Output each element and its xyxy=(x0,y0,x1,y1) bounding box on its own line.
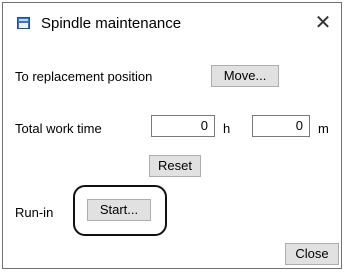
close-icon[interactable]: ✕ xyxy=(311,11,335,35)
move-button[interactable]: Move... xyxy=(211,65,279,87)
spindle-maintenance-dialog: Spindle maintenance ✕ To replacement pos… xyxy=(2,2,342,269)
replacement-position-label: To replacement position xyxy=(15,69,153,84)
hours-unit-label: h xyxy=(223,121,231,136)
window-app-icon xyxy=(17,17,30,29)
work-time-hours-field[interactable]: 0 xyxy=(151,115,215,137)
close-button[interactable]: Close xyxy=(285,243,339,265)
start-button[interactable]: Start... xyxy=(87,199,151,221)
title-bar: Spindle maintenance ✕ xyxy=(3,3,341,45)
total-work-time-label: Total work time xyxy=(15,121,102,136)
minutes-unit-label: m xyxy=(318,121,329,136)
dialog-title: Spindle maintenance xyxy=(41,15,182,32)
work-time-minutes-field[interactable]: 0 xyxy=(252,115,310,137)
reset-button[interactable]: Reset xyxy=(149,155,201,177)
run-in-label: Run-in xyxy=(15,205,54,220)
